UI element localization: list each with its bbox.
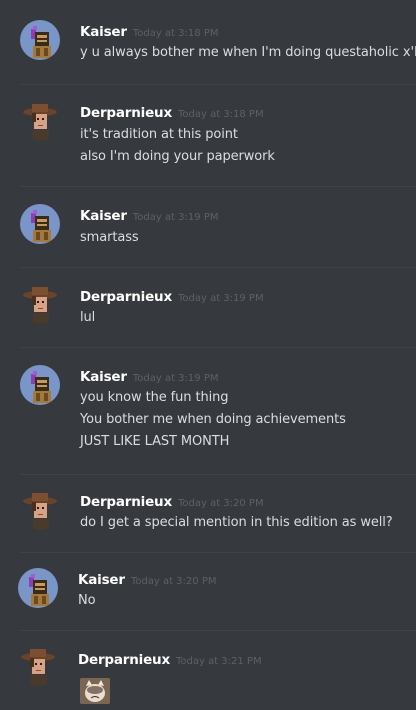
username[interactable]: Kaiser xyxy=(80,208,127,224)
timestamp: Today at 3:19 PM xyxy=(132,212,219,223)
grumpy-cat-image xyxy=(80,678,110,704)
hat-man-avatar-icon xyxy=(20,490,60,530)
avatar[interactable] xyxy=(18,568,58,608)
message-text: lul xyxy=(80,310,96,325)
message-header: Kaiser Today at 3:18 PM xyxy=(80,22,218,43)
knight-avatar-icon xyxy=(18,568,58,608)
message-text: JUST LIKE LAST MONTH xyxy=(80,434,230,449)
message-text: smartass xyxy=(80,230,139,245)
message-header: Kaiser Today at 3:19 PM xyxy=(80,367,218,388)
avatar[interactable] xyxy=(20,490,60,530)
timestamp: Today at 3:18 PM xyxy=(177,109,264,120)
username[interactable]: Kaiser xyxy=(80,24,127,40)
knight-avatar-icon xyxy=(20,20,60,60)
divider xyxy=(20,474,416,475)
message-header: Kaiser Today at 3:20 PM xyxy=(78,570,216,591)
image-attachment[interactable] xyxy=(80,678,110,704)
avatar[interactable] xyxy=(20,365,60,405)
timestamp: Today at 3:20 PM xyxy=(177,498,264,509)
knight-avatar-icon xyxy=(20,365,60,405)
message-text: it's tradition at this point xyxy=(80,127,238,142)
avatar[interactable] xyxy=(20,20,60,60)
timestamp: Today at 3:20 PM xyxy=(130,576,217,587)
avatar[interactable] xyxy=(20,204,60,244)
timestamp: Today at 3:19 PM xyxy=(132,373,219,384)
avatar[interactable] xyxy=(18,646,58,686)
username[interactable]: Derparnieux xyxy=(80,494,172,510)
message-header: Derparnieux Today at 3:21 PM xyxy=(78,650,262,671)
timestamp: Today at 3:18 PM xyxy=(132,28,219,39)
message-header: Derparnieux Today at 3:20 PM xyxy=(80,492,264,513)
message-text: also I'm doing your paperwork xyxy=(80,149,275,164)
timestamp: Today at 3:19 PM xyxy=(177,293,264,304)
divider xyxy=(20,84,416,85)
divider xyxy=(20,186,416,187)
message-text: You bother me when doing achievements xyxy=(80,412,346,427)
message-text: you know the fun thing xyxy=(80,390,229,405)
hat-man-avatar-icon xyxy=(20,101,60,141)
hat-man-avatar-icon xyxy=(20,284,60,324)
username[interactable]: Derparnieux xyxy=(80,105,172,121)
divider xyxy=(20,630,416,631)
divider xyxy=(20,552,416,553)
username[interactable]: Kaiser xyxy=(78,572,125,588)
message-text: No xyxy=(78,593,96,608)
message-text: y u always bother me when I'm doing ques… xyxy=(80,45,416,60)
timestamp: Today at 3:21 PM xyxy=(175,656,262,667)
hat-man-avatar-icon xyxy=(18,646,58,686)
avatar[interactable] xyxy=(20,101,60,141)
message-header: Kaiser Today at 3:19 PM xyxy=(80,206,218,227)
message-header: Derparnieux Today at 3:19 PM xyxy=(80,287,264,308)
username[interactable]: Kaiser xyxy=(80,369,127,385)
username[interactable]: Derparnieux xyxy=(78,652,170,668)
divider xyxy=(20,347,416,348)
username[interactable]: Derparnieux xyxy=(80,289,172,305)
avatar[interactable] xyxy=(20,284,60,324)
message-header: Derparnieux Today at 3:18 PM xyxy=(80,103,264,124)
knight-avatar-icon xyxy=(20,204,60,244)
divider xyxy=(20,267,416,268)
message-text: do I get a special mention in this editi… xyxy=(80,515,393,530)
